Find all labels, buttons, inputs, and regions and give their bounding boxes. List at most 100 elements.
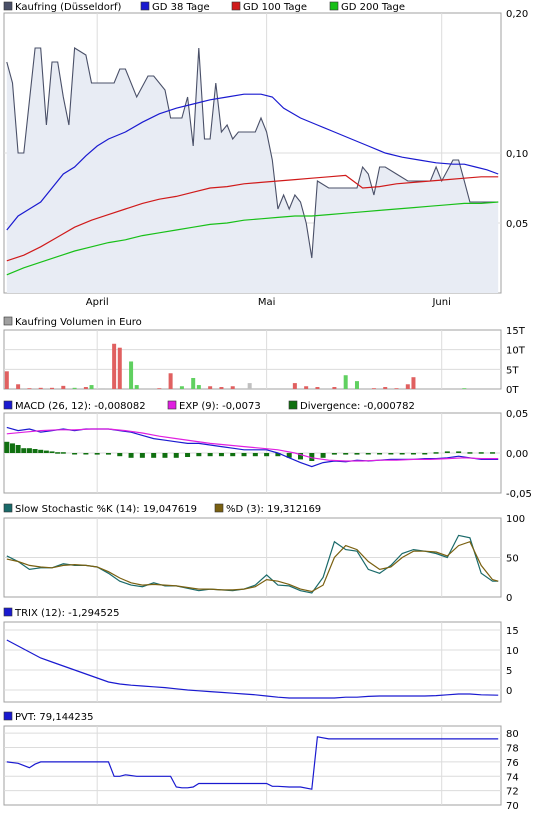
volume-bar	[230, 386, 235, 389]
x-tick-label: Mai	[258, 297, 276, 308]
volume-bar	[100, 388, 105, 389]
y-tick-label: 0T	[506, 385, 519, 396]
volume-bar	[168, 373, 173, 389]
divergence-bar	[105, 453, 111, 455]
price-panel: Kaufring (Düsseldorf) GD 38 Tage GD 100 Ta…	[3, 1, 528, 294]
divergence-bar	[377, 453, 383, 455]
volume-bar	[38, 387, 43, 389]
divergence-bar	[264, 453, 270, 457]
legend-swatch	[3, 607, 13, 617]
divergence-bar	[21, 448, 27, 453]
y-tick-label: -0,05	[506, 489, 532, 500]
volume-bar	[134, 385, 139, 389]
y-tick-label: 5T	[506, 365, 519, 376]
x-tick-label: April	[86, 297, 109, 308]
divergence-bar	[241, 453, 247, 457]
volume-bar	[117, 347, 122, 389]
y-tick-label: 15	[506, 626, 519, 637]
y-tick-label: 76	[506, 758, 519, 769]
volume-bar	[61, 385, 66, 389]
legend-swatch	[214, 503, 224, 513]
volume-bar	[462, 388, 467, 389]
x-tick-label: Juni	[431, 297, 450, 308]
y-tick-label: 0,05	[506, 409, 528, 420]
divergence-bar	[365, 453, 371, 455]
divergence-bar	[410, 453, 416, 455]
volume-bar	[89, 385, 94, 389]
volume-bar	[315, 387, 320, 389]
divergence-bar	[55, 452, 61, 454]
divergence-bar	[117, 453, 123, 457]
y-tick-label: 50	[506, 554, 519, 565]
divergence-bar	[196, 453, 202, 457]
volume-bar	[405, 384, 410, 389]
divergence-bar	[444, 451, 450, 453]
volume-bar	[371, 388, 376, 389]
legend-swatch	[3, 316, 13, 326]
volume-bar	[83, 387, 88, 389]
y-tick-label: 72	[506, 787, 519, 798]
y-tick-label: 0,10	[506, 149, 528, 160]
legend-label: PVT: 79,144235	[15, 712, 94, 723]
divergence-bar	[388, 453, 394, 455]
legend-swatch	[3, 711, 13, 721]
volume-bar	[292, 383, 297, 389]
divergence-bar	[230, 453, 236, 457]
legend-label: GD 100 Tage	[243, 2, 307, 13]
volume-bar	[247, 383, 252, 389]
volume-bar	[394, 388, 399, 389]
y-tick-label: 78	[506, 744, 519, 755]
legend-label: %D (3): 19,312169	[226, 504, 321, 515]
divergence-bar	[72, 453, 78, 455]
volume-bar	[208, 386, 213, 389]
legend-label: GD 38 Tage	[152, 2, 210, 13]
divergence-bar	[38, 449, 44, 453]
y-tick-label: 5	[506, 666, 512, 677]
y-tick-label: 80	[506, 729, 519, 740]
volume-bar	[157, 388, 162, 389]
plot-frame	[3, 725, 502, 806]
y-tick-label: 15T	[506, 326, 526, 337]
divergence-bar	[139, 453, 145, 458]
legend-label: EXP (9): -0,0073	[179, 401, 261, 412]
divergence-bar	[128, 453, 134, 458]
legend-swatch	[3, 1, 13, 11]
divergence-bar	[399, 453, 405, 455]
legend-label: TRIX (12): -1,294525	[14, 608, 119, 619]
legend-swatch	[3, 503, 13, 513]
macd-panel: MACD (26, 12): -0,008082 EXP (9): -0,0073…	[3, 400, 532, 500]
chart-canvas: Kaufring (Düsseldorf) GD 38 Tage GD 100 Ta…	[3, 1, 532, 812]
divergence-bar	[433, 452, 439, 454]
divergence-bar	[456, 451, 462, 453]
legend-swatch	[3, 400, 13, 410]
divergence-bar	[15, 445, 21, 453]
y-tick-label: 10T	[506, 346, 526, 357]
volume-bar	[304, 386, 309, 389]
volume-bar	[27, 388, 32, 389]
y-tick-label: 0,20	[506, 9, 528, 20]
y-tick-label: 74	[506, 772, 519, 783]
divergence-bar	[9, 443, 15, 453]
legend-label: MACD (26, 12): -0,008082	[15, 401, 146, 412]
y-tick-label: 10	[506, 646, 519, 657]
divergence-bar	[94, 453, 100, 455]
divergence-bar	[60, 452, 66, 454]
volume-bar	[16, 384, 21, 389]
y-tick-label: 100	[506, 514, 525, 525]
pvt-panel: PVT: 79,144235 80 78 76 74 72 70	[3, 711, 519, 812]
volume-bar	[112, 343, 117, 389]
volume-bar	[196, 385, 201, 389]
legend-label: Kaufring (Düsseldorf)	[15, 2, 122, 13]
divergence-bar	[422, 453, 428, 455]
volume-bar	[219, 387, 224, 389]
legend-swatch	[167, 400, 177, 410]
divergence-bar	[83, 453, 89, 455]
divergence-bar	[218, 453, 224, 457]
divergence-bar	[207, 453, 213, 457]
legend-label: GD 200 Tage	[341, 2, 405, 13]
legend-swatch	[288, 400, 298, 410]
divergence-bar	[173, 453, 179, 458]
y-tick-label: 70	[506, 801, 519, 812]
y-tick-label: 0,05	[506, 219, 528, 230]
divergence-bar	[320, 453, 326, 458]
